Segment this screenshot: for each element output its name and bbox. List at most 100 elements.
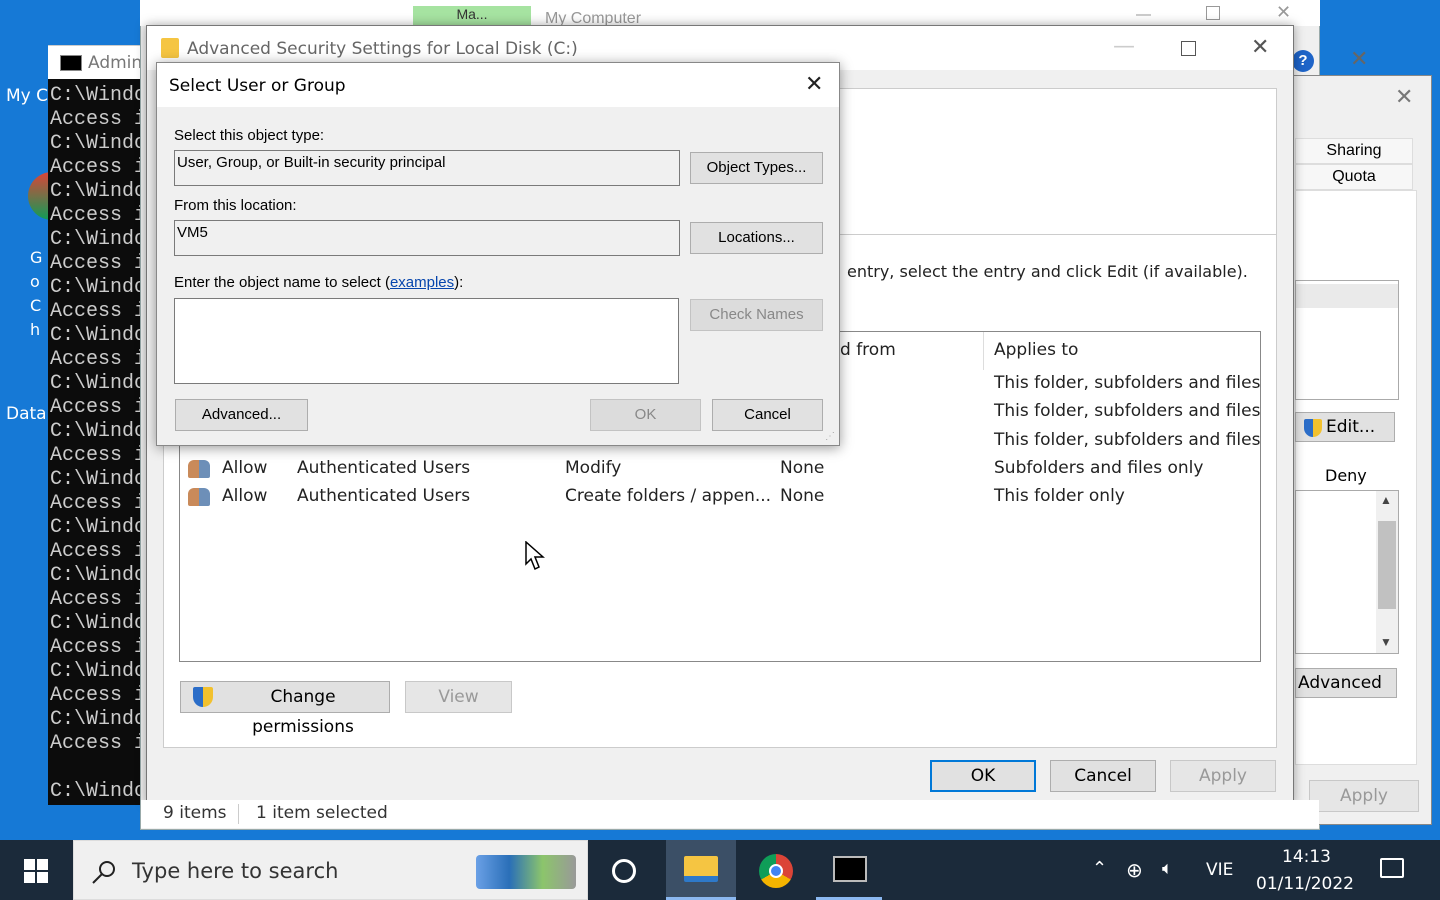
minimize-icon[interactable]: — — [1136, 6, 1151, 23]
explorer-titlebar[interactable]: Ma... My Computer — ✕ — [140, 0, 1320, 27]
cmd-titlebar[interactable]: Admin — [48, 45, 148, 79]
network-icon[interactable]: ⊕ — [1126, 858, 1143, 882]
start-button[interactable] — [0, 840, 72, 900]
column-divider[interactable] — [983, 332, 984, 370]
show-hidden-icons-icon[interactable]: ⌃ — [1092, 858, 1107, 879]
applies-to-cell: This folder only — [994, 486, 1125, 506]
cmd-line: C:\Windo — [50, 84, 142, 107]
mouse-cursor-icon — [525, 541, 545, 571]
cmd-line: C:\Windo — [50, 228, 142, 251]
cmd-line: Access i — [50, 588, 142, 611]
object-type-label: Select this object type: — [174, 127, 325, 144]
props-permissions-list[interactable]: ▲ ▼ — [1295, 490, 1399, 654]
users-icon — [188, 460, 210, 478]
resize-grip-icon[interactable]: ⋰ — [825, 431, 835, 442]
props-edit-label: Edit... — [1326, 417, 1376, 437]
scroll-down-icon[interactable]: ▼ — [1380, 635, 1392, 649]
props-list[interactable] — [1295, 280, 1399, 400]
cmd-line: Access i — [50, 300, 142, 323]
applies-to-cell: Subfolders and files only — [994, 458, 1204, 478]
cmd-line: Access i — [50, 156, 142, 179]
cortana-icon[interactable] — [612, 859, 636, 883]
object-name-input[interactable] — [174, 298, 679, 384]
cmd-title-text: Admin — [88, 53, 143, 73]
tab-quota[interactable]: Quota — [1295, 164, 1413, 190]
examples-link[interactable]: examples — [390, 274, 454, 291]
taskbar-chrome-button[interactable] — [740, 840, 810, 900]
cmd-line: Access i — [50, 348, 142, 371]
adv-title: Advanced Security Settings for Local Dis… — [187, 39, 578, 59]
scroll-up-icon[interactable]: ▲ — [1380, 493, 1392, 507]
adv-apply-button[interactable]: Apply — [1170, 760, 1276, 792]
cmd-line: C:\Windo — [50, 324, 142, 347]
clock-time[interactable]: 14:13 — [1282, 847, 1331, 867]
notifications-icon[interactable] — [1380, 858, 1404, 878]
column-header-applies-to[interactable]: Applies to — [994, 340, 1078, 360]
taskbar-cmd-button[interactable] — [816, 840, 882, 900]
props-apply-button[interactable]: Apply — [1309, 780, 1419, 812]
tab-sharing[interactable]: Sharing — [1295, 138, 1413, 164]
object-name-label: Enter the object name to select (example… — [174, 274, 463, 291]
maximize-icon[interactable] — [1181, 41, 1196, 56]
table-row[interactable]: Allow Authenticated Users Modify None Su… — [180, 455, 1260, 483]
search-highlights-icon — [476, 855, 576, 889]
check-names-button[interactable]: Check Names — [690, 299, 823, 331]
adv-ok-button[interactable]: OK — [930, 760, 1036, 792]
access-cell: Modify — [565, 458, 622, 478]
adv-cancel-button[interactable]: Cancel — [1050, 760, 1156, 792]
change-permissions-label: Change permissions — [252, 687, 354, 737]
props-advanced-button[interactable]: Advanced — [1295, 668, 1397, 698]
change-permissions-button[interactable]: Change permissions — [180, 681, 390, 737]
close-icon[interactable]: ✕ — [1251, 35, 1269, 60]
explorer-ribbon-tab[interactable]: Ma... — [413, 6, 531, 26]
cmd-line: C:\Windo — [50, 468, 142, 491]
desktop-icon-google-chrome[interactable]: Go Ch — [30, 246, 50, 342]
minimize-icon[interactable]: — — [1113, 34, 1135, 59]
close-icon[interactable]: ✕ — [1350, 46, 1368, 72]
clock-date[interactable]: 01/11/2022 — [1256, 874, 1354, 894]
object-types-button[interactable]: Object Types... — [690, 152, 823, 184]
taskbar-search-box[interactable]: Type here to search — [73, 840, 588, 900]
list-item-selected[interactable] — [1296, 284, 1398, 308]
help-icon[interactable]: ? — [1292, 50, 1314, 72]
cmd-line: Access i — [50, 492, 142, 515]
table-row[interactable]: Allow Authenticated Users Create folders… — [180, 483, 1260, 511]
select-advanced-button[interactable]: Advanced... — [175, 399, 308, 431]
inherited-cell: None — [780, 486, 825, 506]
select-ok-button[interactable]: OK — [590, 399, 701, 431]
desktop-icon-data[interactable]: Data — [6, 404, 47, 424]
type-cell: Allow — [222, 486, 268, 506]
view-button[interactable]: View — [405, 681, 512, 713]
cmd-line: Access i — [50, 540, 142, 563]
object-name-label-prefix: Enter the object name to select ( — [174, 274, 390, 291]
explorer-status-bar: 9 items 1 item selected — [141, 800, 1319, 828]
select-dialog-titlebar[interactable]: Select User or Group ✕ — [157, 63, 839, 107]
locations-button[interactable]: Locations... — [690, 222, 823, 254]
maximize-icon[interactable] — [1206, 6, 1220, 20]
folder-icon — [684, 856, 718, 882]
cmd-line: Access i — [50, 204, 142, 227]
applies-to-cell: This folder, subfolders and files — [994, 373, 1261, 393]
volume-icon[interactable]: 🔈︎ — [1162, 858, 1173, 879]
cmd-line: C:\Windo — [50, 420, 142, 443]
language-indicator[interactable]: VIE — [1206, 860, 1233, 880]
select-cancel-button[interactable]: Cancel — [712, 399, 823, 431]
select-dialog-title: Select User or Group — [169, 76, 346, 96]
scrollbar-thumb[interactable] — [1378, 521, 1396, 609]
status-item-count: 9 items — [163, 803, 227, 823]
taskbar-explorer-button[interactable] — [666, 840, 736, 900]
cmd-line: C:\Windo — [50, 372, 142, 395]
cmd-line: C:\Windo — [50, 780, 142, 803]
props-edit-button[interactable]: Edit... — [1295, 412, 1395, 442]
users-icon — [188, 488, 210, 506]
close-icon[interactable]: ✕ — [1395, 84, 1413, 110]
close-icon[interactable]: ✕ — [805, 72, 823, 97]
close-icon[interactable]: ✕ — [1276, 2, 1291, 23]
select-user-group-dialog: Select User or Group ✕ Select this objec… — [156, 62, 840, 446]
principal-cell: Authenticated Users — [297, 486, 471, 506]
column-header-inherited[interactable]: d from — [840, 340, 896, 360]
uac-shield-icon — [1304, 419, 1322, 437]
desktop-icon-my-computer[interactable]: My C — [6, 86, 48, 106]
cmd-line: Access i — [50, 444, 142, 467]
scrollbar[interactable]: ▲ ▼ — [1376, 491, 1398, 653]
